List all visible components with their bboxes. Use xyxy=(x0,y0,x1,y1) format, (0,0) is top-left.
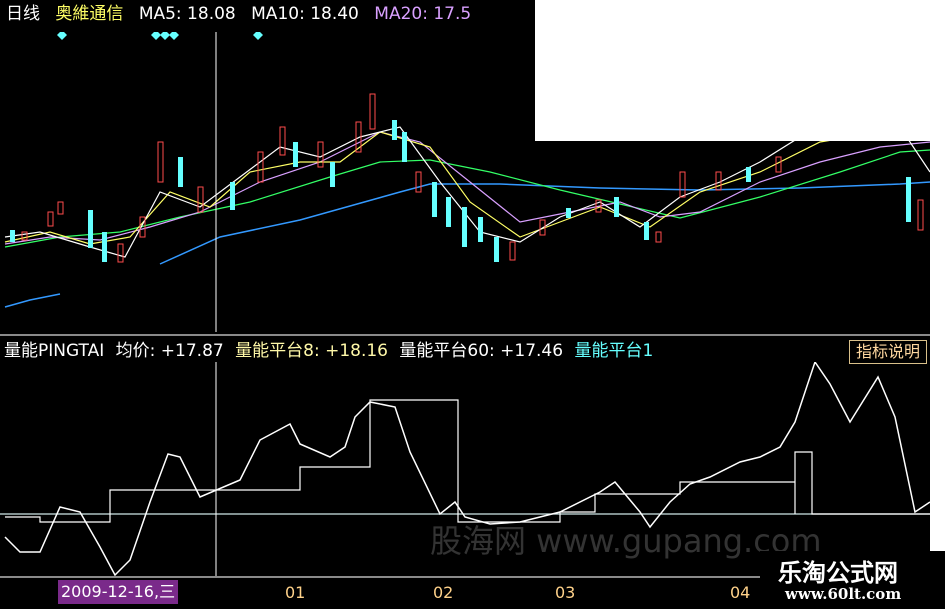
up-candle xyxy=(775,156,782,173)
up-candle xyxy=(715,171,722,191)
down-candle xyxy=(746,167,751,182)
down-candle xyxy=(644,222,649,240)
up-candle xyxy=(57,201,64,215)
site-name-cn: 乐淘公式网 xyxy=(778,559,898,587)
blank-region xyxy=(535,0,945,141)
ma10-value: MA10: 18.40 xyxy=(251,4,359,24)
down-candle xyxy=(293,142,298,167)
up-candle xyxy=(369,93,376,130)
down-candle xyxy=(478,217,483,242)
platform-step-line xyxy=(5,399,930,523)
indicator-platform8: 量能平台8: +18.16 xyxy=(235,341,388,361)
ma5-value: MA5: 18.08 xyxy=(138,4,236,24)
indicator-header: 量能PINGTAI 均价: +17.87 量能平台8: +18.16 量能平台6… xyxy=(0,338,945,364)
ma120-line xyxy=(4,293,61,308)
indicator-chart[interactable]: 股海网 www.gupang.com xyxy=(0,362,945,577)
down-candle xyxy=(462,207,467,247)
up-candle xyxy=(157,141,164,183)
up-candle xyxy=(47,211,54,227)
site-url: www.60lt.com xyxy=(785,585,902,603)
indicator-name: 量能PINGTAI xyxy=(4,341,105,361)
up-candle xyxy=(679,171,686,198)
blank-region xyxy=(930,141,945,551)
date-tick: 02 xyxy=(433,583,454,602)
panel-divider xyxy=(0,334,945,336)
down-candle xyxy=(102,232,107,262)
down-candle xyxy=(446,197,451,227)
event-diamond-icon[interactable] xyxy=(151,32,161,40)
event-diamond-icon[interactable] xyxy=(253,32,263,40)
down-candle xyxy=(432,182,437,217)
down-candle xyxy=(906,177,911,222)
indicator-avg: 均价: +17.87 xyxy=(115,341,224,361)
ma20-value: MA20: 17.5 xyxy=(374,4,472,24)
down-candle xyxy=(566,208,571,218)
down-candle xyxy=(10,230,15,242)
event-markers[interactable] xyxy=(57,32,263,40)
event-diamond-icon[interactable] xyxy=(57,32,67,40)
stock-name: 奥維通信 xyxy=(55,4,124,24)
down-candle xyxy=(230,182,235,210)
up-candle xyxy=(655,231,662,243)
cursor-date-label: 2009-12-16,三 xyxy=(58,580,179,604)
up-candle xyxy=(117,243,124,263)
up-candle xyxy=(317,141,324,168)
down-candle xyxy=(88,210,93,248)
indicator-platform60: 量能平台60: +17.46 xyxy=(399,341,564,361)
down-candle xyxy=(178,157,183,187)
down-candle xyxy=(330,162,335,187)
date-tick: 03 xyxy=(555,583,576,602)
event-diamond-icon[interactable] xyxy=(160,32,170,40)
indicator-platform1: 量能平台1 xyxy=(574,341,654,361)
up-candle xyxy=(509,241,516,261)
up-candle xyxy=(257,151,264,183)
down-candle xyxy=(494,237,499,262)
up-candle xyxy=(415,171,422,193)
period-label[interactable]: 日线 xyxy=(6,4,40,24)
date-tick: 01 xyxy=(285,583,306,602)
date-tick: 04 xyxy=(730,583,751,602)
down-candle xyxy=(402,132,407,162)
event-diamond-icon[interactable] xyxy=(169,32,179,40)
up-candle xyxy=(197,186,204,213)
down-candle xyxy=(614,197,619,217)
up-candle xyxy=(917,199,924,231)
down-candle xyxy=(392,120,397,140)
up-candle xyxy=(279,126,286,156)
up-candle xyxy=(21,231,28,241)
indicator-description-button[interactable]: 指标说明 xyxy=(848,340,927,364)
